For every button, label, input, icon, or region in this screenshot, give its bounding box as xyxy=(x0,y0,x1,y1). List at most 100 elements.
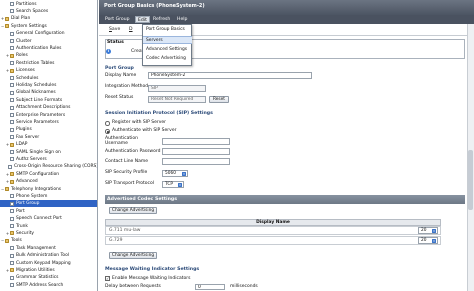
auth-username-input[interactable] xyxy=(162,138,230,145)
register-sip-radio[interactable] xyxy=(105,121,110,126)
tree-item[interactable]: Holiday Schedules xyxy=(0,82,97,89)
folder-icon xyxy=(10,68,14,73)
delete-underline: D xyxy=(129,27,133,32)
page-icon xyxy=(10,76,14,80)
tree-item[interactable]: + Migration Utilities xyxy=(0,267,97,274)
tree-item[interactable]: Grammar Statistics xyxy=(0,274,97,281)
tree-item-label: Task Management xyxy=(16,245,56,251)
tree-item[interactable]: Subject Line Formats xyxy=(0,97,97,104)
tree-item[interactable]: Schedules xyxy=(0,75,97,82)
tree-item[interactable]: + Roles xyxy=(0,52,97,59)
tree-item[interactable]: Custom Keypad Mapping xyxy=(0,260,97,267)
tree-item-label: Search Spaces xyxy=(16,8,49,14)
tree-item[interactable]: + Security xyxy=(0,230,97,237)
tree-item[interactable]: Restriction Tables xyxy=(0,60,97,67)
contact-line-input[interactable] xyxy=(162,158,230,165)
transport-value: TCP xyxy=(165,182,173,187)
chevron-down-icon: ▾ xyxy=(182,172,186,176)
tree-item-label: SAML Single Sign on xyxy=(16,149,61,155)
table-row xyxy=(105,226,441,235)
delay-input[interactable]: 0 xyxy=(195,284,225,290)
menu-refresh[interactable]: Refresh xyxy=(151,16,172,23)
tree-item-label: Holiday Schedules xyxy=(16,82,57,88)
delete-button[interactable]: D xyxy=(129,27,133,32)
tree-item-label: Restriction Tables xyxy=(16,60,55,66)
tree-item[interactable]: Global Nicknames xyxy=(0,89,97,96)
integration-method-label: Integration Method xyxy=(105,84,149,89)
tree-item[interactable]: SAML Single Sign on xyxy=(0,149,97,156)
tree-item[interactable]: Cross-Origin Resource Sharing (CORS) xyxy=(0,163,97,170)
tree-item[interactable]: + Licenses xyxy=(0,67,97,74)
tree-item-label: Port xyxy=(16,208,25,214)
menu-item-servers[interactable]: Servers xyxy=(143,36,192,44)
menu-edit[interactable]: Edit xyxy=(135,16,150,23)
authenticate-sip-radio[interactable] xyxy=(105,129,110,134)
menu-item-codec-advertising[interactable]: Codec Advertising xyxy=(143,55,192,63)
tree-item[interactable]: − Telephony Integrations xyxy=(0,186,97,193)
tree-item[interactable]: General Configuration xyxy=(0,30,97,37)
save-rest: ave xyxy=(111,27,121,32)
codec-packet-select[interactable]: 20 ▾ xyxy=(418,237,438,244)
page-icon xyxy=(10,105,14,110)
page-icon xyxy=(10,83,14,88)
menu-help[interactable]: Help xyxy=(175,16,189,23)
reset-button[interactable]: Reset xyxy=(209,96,229,103)
transport-label: SIP Transport Protocol xyxy=(105,181,155,186)
enable-mwi-checkbox[interactable]: ✓ xyxy=(105,276,110,281)
auth-password-input[interactable] xyxy=(162,148,230,155)
codec-packet-select[interactable]: 20 ▾ xyxy=(418,227,438,234)
tree-item[interactable]: Bulk Administration Tool xyxy=(0,252,97,259)
change-advertising-button-bottom[interactable]: Change Advertising xyxy=(109,252,157,259)
tree-item[interactable]: Task Management xyxy=(0,245,97,252)
tree-item[interactable]: Search Spaces xyxy=(0,8,97,15)
tree-item-label: Service Parameters xyxy=(16,119,59,125)
codec-name: G.711 mu-law xyxy=(109,228,141,233)
tree-item[interactable]: + SMTP Configuration xyxy=(0,171,97,178)
tree-item[interactable]: Authentication Rules xyxy=(0,45,97,52)
folder-icon xyxy=(5,187,9,191)
change-advertising-button[interactable]: Change Advertising xyxy=(109,207,157,214)
tree-item-label: Speech Connect Port xyxy=(16,216,62,222)
folder-icon xyxy=(10,268,14,273)
display-name-input[interactable]: PhoneSystem-2 xyxy=(148,72,312,79)
tree-item[interactable]: − System Settings xyxy=(0,23,97,30)
tree-item[interactable]: Trunk xyxy=(0,223,97,230)
page-icon xyxy=(10,209,14,214)
page-icon xyxy=(10,201,14,206)
transport-select[interactable]: TCP ▾ xyxy=(162,181,184,188)
tree-item[interactable]: Speech Connect Port xyxy=(0,215,97,222)
tree-item[interactable]: Cluster xyxy=(0,38,97,45)
page-icon xyxy=(10,2,14,6)
tree-item[interactable]: Plugins xyxy=(0,126,97,133)
menu-port-group[interactable]: Port Group xyxy=(103,16,132,23)
tree-item[interactable]: Port xyxy=(0,208,97,215)
tree-item-label: Security xyxy=(16,230,35,236)
scroll-thumb[interactable] xyxy=(468,150,473,210)
page-icon xyxy=(10,283,14,288)
tree-item[interactable]: + LDAP xyxy=(0,141,97,148)
tree-item[interactable]: + Dial Plan xyxy=(0,15,97,22)
tree-item[interactable]: Phone System xyxy=(0,193,97,200)
page-icon xyxy=(10,61,14,66)
tree-item[interactable]: Authz Servers xyxy=(0,156,97,163)
page-icon xyxy=(10,253,14,258)
tree-item[interactable]: Enterprise Parameters xyxy=(0,112,97,119)
menu-item-advanced-settings[interactable]: Advanced Settings xyxy=(143,46,192,54)
folder-icon xyxy=(10,179,14,184)
save-button[interactable]: Save xyxy=(109,27,120,32)
tree-item[interactable]: + Advanced xyxy=(0,178,97,185)
tree-item[interactable]: Partitions xyxy=(0,1,97,8)
tree-item[interactable]: − Tools xyxy=(0,237,97,244)
tree-item[interactable]: SMTP Address Search xyxy=(0,282,97,289)
tree-item-label: Migration Utilities xyxy=(16,267,55,273)
folder-icon xyxy=(10,231,14,236)
menu-item-port-group-basics[interactable]: Port Group Basics xyxy=(143,26,192,34)
security-profile-select[interactable]: 5060 ▾ xyxy=(162,170,188,177)
tree-item[interactable]: Fax Server xyxy=(0,134,97,141)
tree-item-label: Trunk xyxy=(16,223,28,229)
tree-item[interactable]: Attachment Descriptions xyxy=(0,104,97,111)
tree-item[interactable]: Port Group xyxy=(0,200,97,208)
integration-method-field: SIP xyxy=(148,85,206,92)
tree-item[interactable]: Service Parameters xyxy=(0,119,97,126)
tree-item-label: Partitions xyxy=(16,1,37,7)
